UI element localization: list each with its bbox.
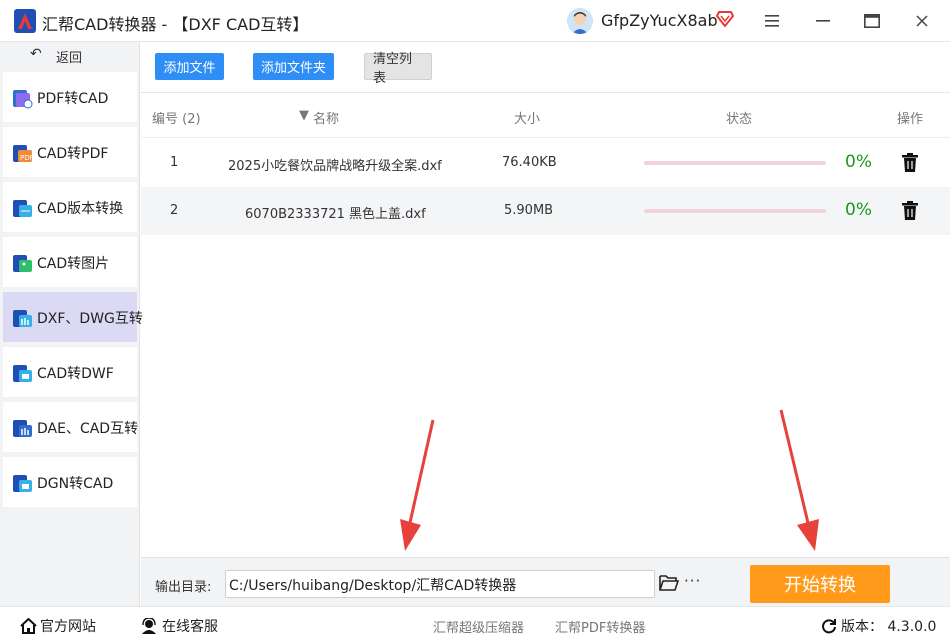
cad-to-pdf-icon: PDF bbox=[13, 145, 34, 162]
start-convert-button[interactable]: 开始转换 bbox=[750, 565, 890, 603]
row-file-name: 2025小吃餐饮品牌战略升级全案.dxf bbox=[228, 159, 442, 174]
row-file-size: 76.40KB bbox=[502, 155, 557, 170]
row-index: 1 bbox=[170, 155, 179, 170]
sidebar-item-label: CAD转PDF bbox=[37, 146, 109, 162]
version-info[interactable]: 版本： 4.3.0.0 bbox=[821, 616, 936, 636]
file-table-header: 编号 (2) ▼ 名称 大小 状态 操作 bbox=[141, 92, 950, 138]
sidebar-item-cad-version[interactable]: CAD版本转换 bbox=[3, 182, 137, 232]
table-row[interactable]: 2 6070B2333721 黑色上盖.dxf 5.90MB 0% bbox=[141, 187, 950, 235]
username[interactable]: GfpZyYucX8ab bbox=[601, 11, 718, 30]
sidebar-item-dxf-dwg[interactable]: DXF、DWG互转 bbox=[3, 292, 143, 342]
sidebar-item-label: DXF、DWG互转 bbox=[37, 311, 143, 327]
add-file-button[interactable]: 添加文件 bbox=[155, 53, 224, 80]
sidebar-item-label: DGN转CAD bbox=[37, 476, 114, 492]
svg-text:PDF: PDF bbox=[20, 154, 34, 162]
compressor-link[interactable]: 汇帮超级压缩器 bbox=[433, 617, 524, 636]
cad-version-icon bbox=[13, 200, 32, 217]
row-percent: 0% bbox=[845, 200, 872, 220]
header-name[interactable]: 名称 bbox=[313, 108, 339, 127]
trash-icon[interactable] bbox=[902, 153, 918, 172]
home-icon bbox=[20, 618, 37, 634]
dxf-dwg-icon bbox=[13, 310, 32, 327]
sidebar-item-label: DAE、CAD互转 bbox=[37, 421, 139, 437]
sidebar-item-cad-to-image[interactable]: CAD转图片 bbox=[3, 237, 137, 287]
official-website-link[interactable]: 官方网站 bbox=[20, 616, 96, 636]
red-arrow-annotation bbox=[779, 409, 819, 551]
sidebar-item-label: CAD转DWF bbox=[37, 366, 114, 382]
app-logo-icon bbox=[14, 9, 36, 33]
output-dir-label: 输出目录: bbox=[155, 580, 212, 595]
back-button[interactable]: ↶ 返回 bbox=[0, 42, 140, 70]
sidebar-item-label: CAD转图片 bbox=[37, 256, 110, 272]
sidebar-item-label: PDF转CAD bbox=[37, 91, 109, 107]
output-path-field[interactable]: C:/Users/huibang/Desktop/汇帮CAD转换器 bbox=[225, 570, 655, 598]
sort-desc-icon[interactable]: ▼ bbox=[299, 108, 309, 123]
row-index: 2 bbox=[170, 203, 179, 218]
support-label: 在线客服 bbox=[162, 619, 218, 635]
row-progress-bar bbox=[644, 161, 826, 165]
window-title: 汇帮CAD转换器 - 【DXF CAD互转】 bbox=[42, 15, 309, 34]
header-action: 操作 bbox=[897, 112, 924, 127]
menu-icon[interactable] bbox=[760, 9, 784, 33]
add-folder-button[interactable]: 添加文件夹 bbox=[253, 53, 334, 80]
version-label: 版本： 4.3.0.0 bbox=[841, 619, 937, 635]
support-agent-icon bbox=[142, 618, 156, 634]
back-label: 返回 bbox=[56, 51, 83, 66]
vip-diamond-icon[interactable] bbox=[716, 11, 734, 27]
cad-to-dwf-icon bbox=[13, 365, 32, 382]
minimize-icon[interactable] bbox=[811, 9, 835, 33]
row-percent: 0% bbox=[845, 152, 872, 172]
sidebar-item-dae-cad[interactable]: DAE、CAD互转 bbox=[3, 402, 139, 452]
table-row[interactable]: 1 2025小吃餐饮品牌战略升级全案.dxf 76.40KB 0% bbox=[141, 139, 950, 187]
dgn-to-cad-icon bbox=[13, 475, 32, 492]
header-size[interactable]: 大小 bbox=[514, 108, 540, 127]
cad-to-image-icon bbox=[13, 255, 32, 272]
red-arrow-annotation bbox=[400, 419, 435, 551]
status-bar: 官方网站 在线客服 汇帮超级压缩器 汇帮PDF转换器 版本： 4.3.0.0 bbox=[0, 606, 950, 640]
refresh-icon bbox=[822, 619, 836, 634]
sidebar-item-pdf-to-cad[interactable]: PDF转CAD bbox=[3, 72, 137, 122]
title-bar: 汇帮CAD转换器 - 【DXF CAD互转】 GfpZyYucX8ab bbox=[0, 0, 950, 42]
more-options-icon[interactable]: ··· bbox=[684, 572, 701, 590]
website-label: 官方网站 bbox=[40, 619, 96, 635]
output-bar: 输出目录: C:/Users/huibang/Desktop/汇帮CAD转换器 … bbox=[141, 557, 950, 606]
row-file-size: 5.90MB bbox=[504, 203, 554, 218]
header-status: 状态 bbox=[726, 112, 753, 127]
sidebar-item-label: CAD版本转换 bbox=[37, 201, 124, 217]
avatar-icon bbox=[567, 8, 593, 34]
sidebar: ↶ 返回 PDF转CAD PDF CAD转PDF CAD版本转换 CAD转图片 … bbox=[0, 42, 143, 606]
back-arrow-icon: ↶ bbox=[30, 46, 42, 62]
close-icon[interactable] bbox=[910, 9, 934, 33]
maximize-icon[interactable] bbox=[860, 9, 884, 33]
dae-cad-icon bbox=[13, 420, 32, 437]
sidebar-item-cad-to-pdf[interactable]: PDF CAD转PDF bbox=[3, 127, 137, 177]
header-index[interactable]: 编号 (2) bbox=[152, 108, 201, 127]
folder-open-icon[interactable] bbox=[659, 574, 679, 592]
pdf-to-cad-icon bbox=[13, 90, 33, 109]
online-support-link[interactable]: 在线客服 bbox=[141, 616, 218, 636]
pdf-converter-link[interactable]: 汇帮PDF转换器 bbox=[555, 617, 645, 636]
sidebar-item-cad-to-dwf[interactable]: CAD转DWF bbox=[3, 347, 137, 397]
sidebar-item-dgn-to-cad[interactable]: DGN转CAD bbox=[3, 457, 137, 507]
trash-icon[interactable] bbox=[902, 201, 918, 220]
user-avatar[interactable] bbox=[567, 8, 593, 34]
row-file-name: 6070B2333721 黑色上盖.dxf bbox=[245, 207, 426, 222]
row-progress-bar bbox=[644, 209, 826, 213]
clear-list-button[interactable]: 清空列表 bbox=[364, 52, 432, 86]
